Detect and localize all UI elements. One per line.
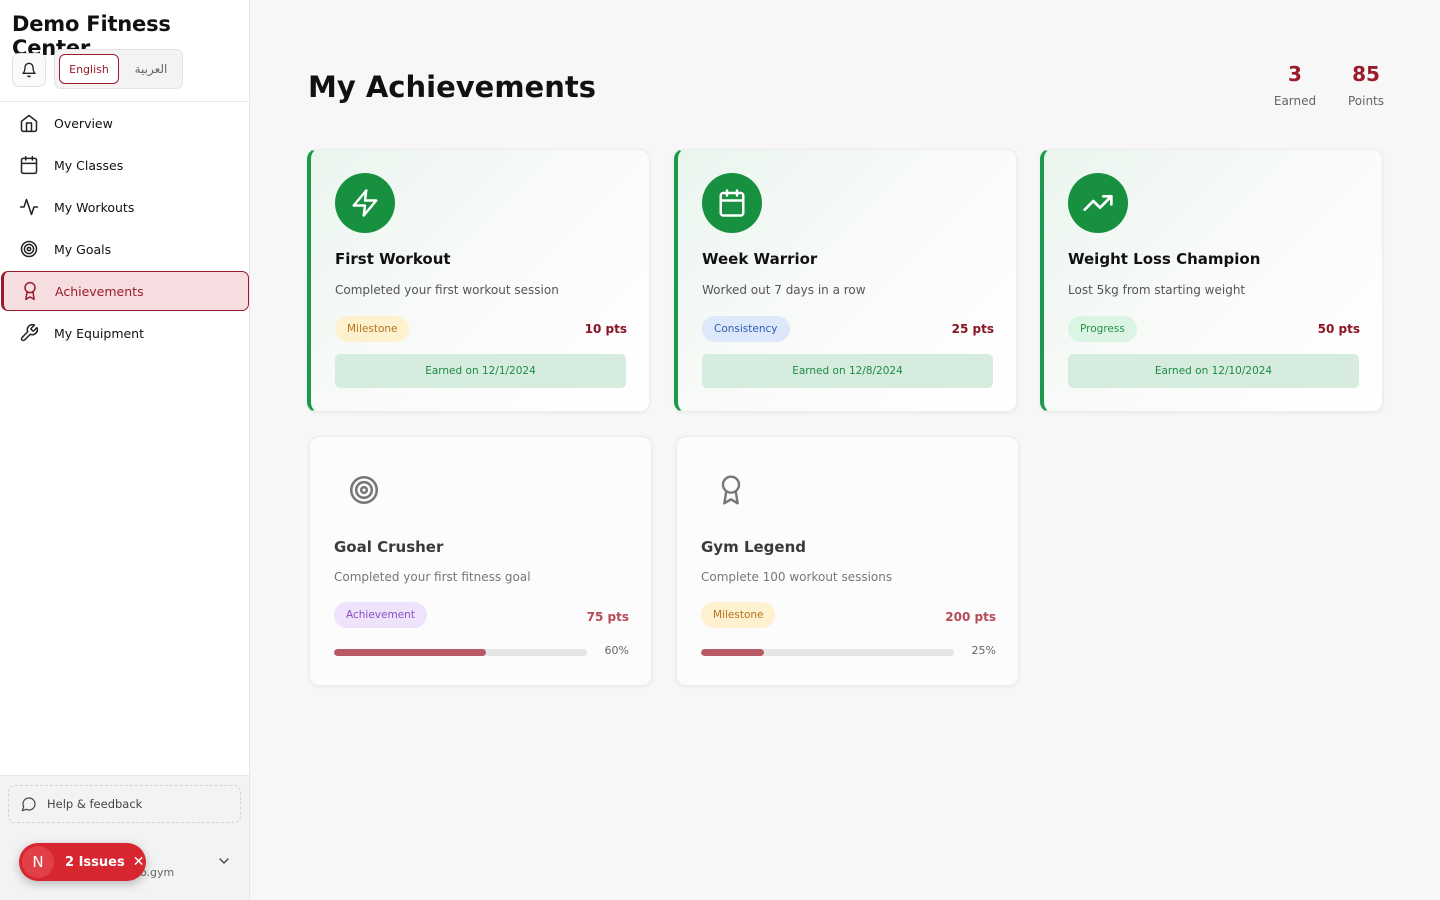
stat-points-label: Points	[1347, 94, 1385, 108]
achievement-card-week-warrior[interactable]: Week Warrior Worked out 7 days in a row …	[674, 149, 1017, 412]
achievement-badge	[1068, 173, 1128, 233]
sidebar-footer: Help & feedback o.gym	[0, 775, 249, 900]
sidebar-item-label: My Workouts	[54, 199, 135, 215]
progress-percent: 60%	[604, 644, 629, 657]
target-icon	[19, 239, 39, 259]
achievement-badge	[701, 460, 761, 520]
earned-date-banner: Earned on 12/8/2024	[702, 354, 993, 388]
bell-icon	[21, 62, 37, 78]
achievement-title: Weight Loss Champion	[1068, 250, 1261, 268]
stat-earned-value: 3	[1288, 62, 1302, 86]
calendar-icon	[717, 188, 747, 218]
achievement-title: Week Warrior	[702, 250, 818, 268]
sidebar-item-overview[interactable]: Overview	[1, 103, 249, 143]
sidebar-item-label: Overview	[54, 115, 113, 131]
issues-initial-avatar: N	[22, 846, 54, 878]
sidebar-divider	[0, 101, 249, 102]
language-english-button[interactable]: English	[59, 54, 119, 84]
stat-points: 85 Points	[1341, 62, 1391, 108]
achievement-card-goal-crusher[interactable]: Goal Crusher Completed your first fitnes…	[309, 436, 652, 686]
achievement-card-first-workout[interactable]: First Workout Completed your first worko…	[307, 149, 650, 412]
achievement-badge	[335, 173, 395, 233]
award-icon	[715, 474, 747, 506]
earned-date-banner: Earned on 12/10/2024	[1068, 354, 1359, 388]
sidebar: Demo Fitness Center English العربية Over…	[0, 0, 250, 900]
calendar-icon	[19, 155, 39, 175]
achievement-points: 50 pts	[1317, 322, 1360, 336]
category-tag: Milestone	[335, 316, 410, 342]
notifications-button[interactable]	[12, 53, 46, 87]
trending-up-icon	[1082, 187, 1114, 219]
achievement-badge	[702, 173, 762, 233]
progress-bar-fill	[701, 649, 765, 656]
user-email-text: o.gym	[140, 866, 175, 879]
award-icon	[20, 281, 40, 301]
category-tag: Consistency	[702, 316, 790, 342]
achievement-points: 200 pts	[945, 610, 996, 624]
help-feedback-label: Help & feedback	[47, 797, 143, 811]
achievement-title: First Workout	[335, 250, 451, 268]
progress-bar	[334, 649, 587, 656]
sidebar-item-workouts[interactable]: My Workouts	[1, 187, 249, 227]
stat-earned-label: Earned	[1273, 94, 1317, 108]
progress-percent: 25%	[971, 644, 996, 657]
progress-bar-fill	[334, 649, 486, 656]
sidebar-item-label: Achievements	[55, 283, 144, 299]
user-menu-toggle[interactable]	[216, 853, 232, 869]
achievement-title: Gym Legend	[701, 538, 806, 556]
stat-earned: 3 Earned	[1270, 62, 1320, 108]
stat-points-value: 85	[1352, 62, 1380, 86]
sidebar-item-label: My Equipment	[54, 325, 145, 341]
category-tag: Achievement	[334, 602, 427, 628]
sidebar-item-goals[interactable]: My Goals	[1, 229, 249, 269]
activity-icon	[19, 197, 39, 217]
achievement-title: Goal Crusher	[334, 538, 444, 556]
zap-icon	[350, 188, 380, 218]
category-tag: Milestone	[701, 602, 776, 628]
wrench-icon	[19, 323, 39, 343]
achievement-points: 25 pts	[951, 322, 994, 336]
sidebar-item-classes[interactable]: My Classes	[1, 145, 249, 185]
message-circle-icon	[21, 796, 37, 812]
page-title: My Achievements	[308, 70, 596, 104]
achievement-description: Complete 100 workout sessions	[701, 570, 893, 584]
issues-badge[interactable]: N 2 Issues ✕	[19, 843, 146, 881]
achievement-description: Lost 5kg from starting weight	[1068, 283, 1246, 297]
home-icon	[19, 113, 39, 133]
achievement-badge	[334, 460, 394, 520]
achievement-description: Completed your first fitness goal	[334, 570, 531, 584]
language-arabic-button[interactable]: العربية	[123, 54, 179, 84]
sidebar-item-label: My Classes	[54, 157, 124, 173]
language-switcher: English العربية	[54, 49, 183, 89]
achievement-card-gym-legend[interactable]: Gym Legend Complete 100 workout sessions…	[676, 436, 1019, 686]
chevron-down-icon	[216, 853, 232, 869]
target-icon	[347, 473, 381, 507]
achievement-card-weight-loss-champion[interactable]: Weight Loss Champion Lost 5kg from start…	[1040, 149, 1383, 412]
category-tag: Progress	[1068, 316, 1137, 342]
earned-date-banner: Earned on 12/1/2024	[335, 354, 626, 388]
sidebar-item-equipment[interactable]: My Equipment	[1, 313, 249, 353]
sidebar-item-label: My Goals	[54, 241, 112, 257]
issues-count-label: 2 Issues	[65, 854, 125, 870]
achievement-description: Worked out 7 days in a row	[702, 283, 866, 297]
sidebar-item-achievements[interactable]: Achievements	[1, 271, 249, 311]
help-feedback-button[interactable]: Help & feedback	[8, 785, 241, 823]
close-icon[interactable]: ✕	[133, 854, 145, 870]
achievement-points: 75 pts	[586, 610, 629, 624]
achievement-description: Completed your first workout session	[335, 283, 559, 297]
achievement-points: 10 pts	[584, 322, 627, 336]
progress-bar	[701, 649, 954, 656]
